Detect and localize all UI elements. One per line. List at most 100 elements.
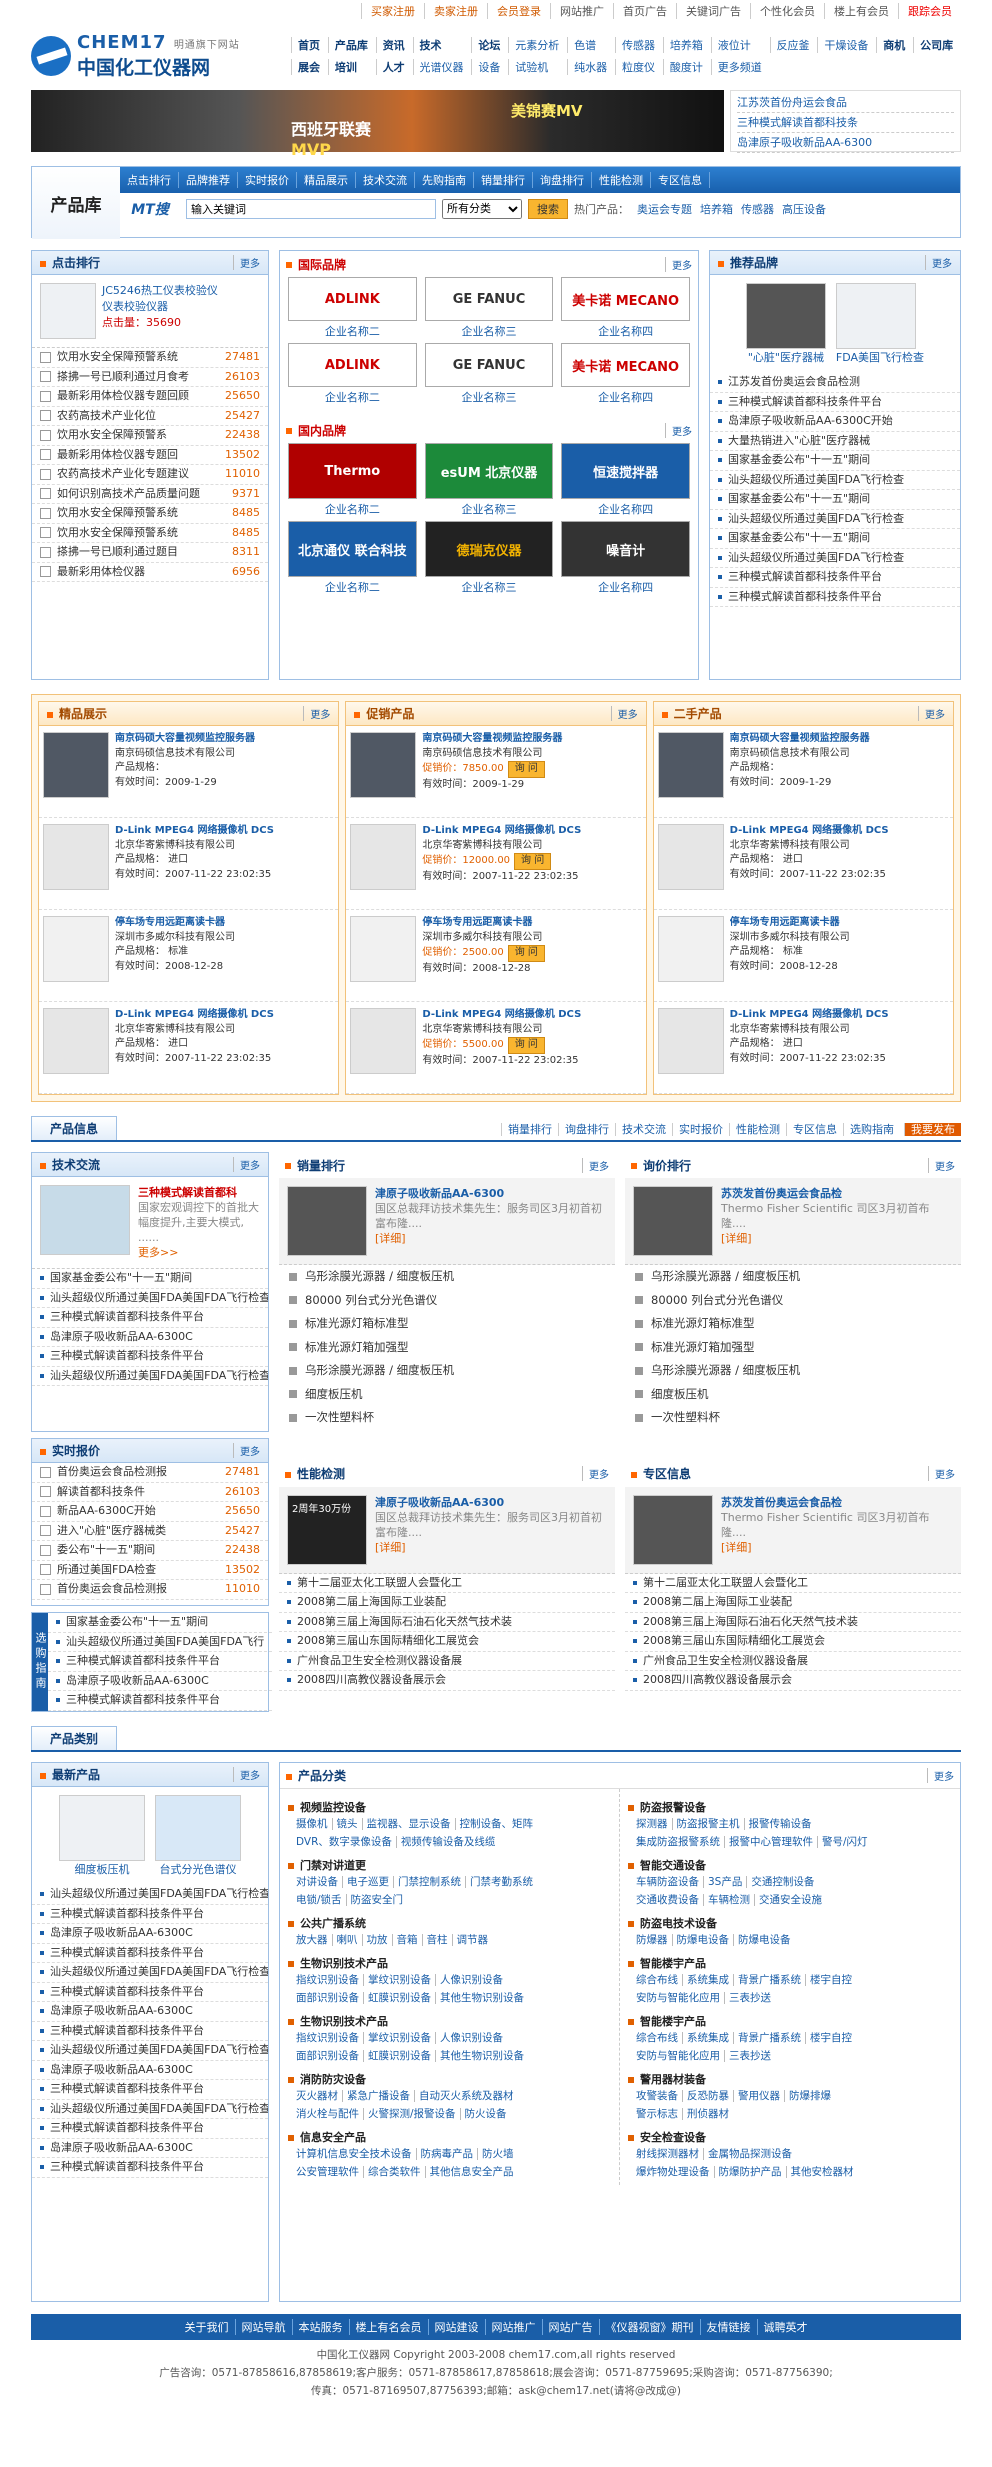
banner-news-item[interactable]: 三种模式解读首都科技条 (737, 113, 954, 133)
inquiry-feature[interactable]: 苏茨发首份奥运会食品检 Thermo Fisher Scientific 司区3月… (625, 1178, 961, 1265)
zone-feature[interactable]: 苏茨发首份奥运会食品检 Thermo Fisher Scientific 司区3月… (625, 1486, 961, 1574)
product-name[interactable]: D-Link MPEG4 网络摄像机 DCS (422, 1008, 592, 1023)
tech-feature[interactable]: 三种模式解读首都科 国家宏观调控下的首批大幅度提升,主要大模式, ...... 更多… (32, 1177, 268, 1269)
more-link[interactable]: 更多 (303, 706, 330, 721)
product-library-tab[interactable]: 品牌推荐 (179, 172, 238, 188)
footer-nav-link[interactable]: 网站广告 (541, 2319, 599, 2335)
category-heading[interactable]: 门禁对讲道更 (288, 1857, 611, 1873)
zone-item[interactable]: 2008第二届上海国际工业装配 (625, 1593, 961, 1613)
hot-link[interactable]: 奥运会专题 (637, 203, 692, 216)
category-link[interactable]: 背景广播系统 (733, 2032, 805, 2044)
category-link[interactable]: 车辆防盗设备 (636, 1876, 703, 1888)
footer-nav-link[interactable]: 网站建设 (427, 2319, 485, 2335)
nav-link[interactable]: 纯水器 (567, 59, 615, 75)
latest-item[interactable]: 岛津原子吸收新品AA-6300C (32, 1924, 268, 1944)
category-link[interactable]: 交通安全设施 (754, 1894, 826, 1906)
category-select[interactable]: 所有分类 (442, 199, 522, 219)
member-login-link[interactable]: 会员登录 (487, 3, 550, 19)
category-heading[interactable]: 警用器材装备 (628, 2071, 952, 2087)
category-link[interactable]: 车辆检测 (703, 1894, 754, 1906)
category-link[interactable]: 人像识别设备 (435, 1974, 507, 1986)
category-link[interactable]: 三表抄送 (724, 2050, 775, 2062)
category-heading[interactable]: 消防防灾设备 (288, 2071, 611, 2087)
product-name[interactable]: D-Link MPEG4 网络摄像机 DCS (115, 824, 285, 839)
rank-item[interactable]: 搽拂一号已顺利通过月食考 26103 (32, 368, 268, 387)
category-link[interactable]: 火警探测/报警设备 (363, 2108, 460, 2120)
sales-item[interactable]: 乌形涂膜光源器 / 细度板压机 (279, 1359, 615, 1383)
category-link[interactable]: 视频传输设备及线缆 (395, 1836, 500, 1848)
more-link[interactable]: 更多 (233, 1767, 260, 1782)
tech-item[interactable]: 国家基金委公布"十一五"期间 (32, 1269, 268, 1289)
product-item[interactable]: D-Link MPEG4 网络摄像机 DCS 北京华寄紫博科技有限公司 促销价：55… (346, 1002, 646, 1094)
tech-item[interactable]: 三种模式解读首都科技条件平台 (32, 1347, 268, 1367)
track-member-link[interactable]: 跟踪会员 (898, 3, 961, 19)
zone-item[interactable]: 2008第三届山东国际精细化工展览会 (625, 1632, 961, 1652)
top-product-name[interactable]: JC5246热工仪表校验仪 (102, 283, 218, 299)
category-link[interactable]: 放大器 (296, 1934, 332, 1946)
category-link[interactable]: 指纹识别设备 (296, 2032, 363, 2044)
product-name[interactable]: D-Link MPEG4 网络摄像机 DCS (115, 1008, 285, 1023)
latest-item[interactable]: 三种模式解读首都科技条件平台 (32, 1905, 268, 1924)
category-link[interactable]: 镜头 (331, 1818, 362, 1830)
category-link[interactable]: 公安管理软件 (296, 2166, 363, 2178)
category-link[interactable]: 摄像机 (296, 1818, 332, 1830)
footer-nav-link[interactable]: 友情链接 (699, 2319, 757, 2335)
perf-item[interactable]: 2008四川高教仪器设备展示会 (279, 1671, 615, 1691)
brand-item[interactable]: Thermo 企业名称二 (288, 443, 417, 517)
category-link[interactable]: 调节器 (451, 1934, 492, 1946)
nav-link[interactable]: 反应釜 (769, 37, 818, 53)
category-link[interactable]: 系统集成 (682, 1974, 733, 1986)
home-ad-link[interactable]: 首页广告 (613, 3, 676, 19)
product-item[interactable]: D-Link MPEG4 网络摄像机 DCS 北京华寄紫博科技有限公司 产品规格： … (653, 818, 953, 910)
footer-nav-link[interactable]: 《仪器视窗》期刊 (598, 2319, 700, 2335)
product-library-tab[interactable]: 技术交流 (356, 172, 415, 188)
rank-item[interactable]: 最新彩用体检仪器专题回 13502 (32, 446, 268, 465)
category-link[interactable]: 门禁考勤系统 (465, 1876, 537, 1888)
nav-link[interactable]: 传感器 (614, 37, 663, 53)
category-link[interactable]: 射线探测器材 (636, 2148, 703, 2160)
quote-item[interactable]: 所通过美国FDA检查 13502 (32, 1561, 268, 1580)
more-link[interactable]: 更多 (233, 255, 260, 270)
category-heading[interactable]: 安全检查设备 (628, 2129, 952, 2145)
brand-item[interactable]: 恒速搅拌器 企业名称四 (561, 443, 690, 517)
inquire-button[interactable]: 询 问 (507, 945, 545, 962)
brand-item[interactable]: 噪音计 企业名称四 (561, 521, 690, 595)
hot-link[interactable]: 培养箱 (700, 203, 733, 216)
category-link[interactable]: 安防与智能化应用 (636, 2050, 724, 2062)
category-heading[interactable]: 公共广播系统 (288, 1915, 611, 1931)
category-link[interactable]: 综合类软件 (363, 2166, 425, 2178)
product-item[interactable]: 南京码硕大容量视频监控服务器 南京码硕信息技术有限公司 产品规格： 有效时间：2009… (653, 726, 953, 818)
tab-product-category[interactable]: 产品类别 (31, 1726, 118, 1750)
category-link[interactable]: 喇叭 (331, 1934, 362, 1946)
sales-feature[interactable]: 津原子吸收新品AA-6300 国区总裁拜访技术集先生：服务司区3月初首初富布隆..… (279, 1178, 615, 1265)
product-name[interactable]: D-Link MPEG4 网络摄像机 DCS (422, 824, 592, 839)
rank-item[interactable]: 搽拂一号已顺利通过题目 8311 (32, 543, 268, 563)
quote-item[interactable]: 首份奥运会食品检测报 27481 (32, 1463, 268, 1483)
perf-item[interactable]: 2008第三届山东国际精细化工展览会 (279, 1632, 615, 1652)
sales-item[interactable]: 细度板压机 (279, 1383, 615, 1407)
footer-nav-link[interactable]: 关于我们 (179, 2319, 235, 2335)
product-library-tab[interactable]: 点击排行 (120, 172, 179, 188)
category-link[interactable]: 刑侦器材 (682, 2108, 733, 2120)
category-link[interactable]: 功放 (361, 1934, 392, 1946)
category-link[interactable]: 警号/闪灯 (817, 1836, 872, 1848)
category-link[interactable]: 交通收费设备 (636, 1894, 703, 1906)
category-link[interactable]: 探测器 (636, 1818, 672, 1830)
category-link[interactable]: 防盗安全门 (345, 1894, 408, 1906)
tech-item[interactable]: 汕头超级仪所通过美国FDA美国FDA飞行检查 (32, 1289, 268, 1308)
rank-item[interactable]: 饮用水安全保障预警系统 27481 (32, 348, 268, 368)
more-link[interactable]: 更多 (582, 1466, 609, 1482)
latest-item[interactable]: 三种模式解读首都科技条件平台 (32, 1944, 268, 1963)
search-button[interactable]: 搜索 (528, 199, 568, 219)
product-name[interactable]: D-Link MPEG4 网络摄像机 DCS (730, 1008, 900, 1023)
banner-news-item[interactable]: 江苏茨首份舟运会食品 (737, 93, 954, 113)
buyer-register-link[interactable]: 买家注册 (361, 3, 424, 19)
quote-item[interactable]: 首份奥运会食品检测报 11010 (32, 1580, 268, 1600)
rank-item[interactable]: 农药高技术产业化位 25427 (32, 407, 268, 426)
more-link[interactable]: 更多 (610, 706, 638, 721)
category-link[interactable]: 系统集成 (682, 2032, 733, 2044)
feature-more-link[interactable]: [详细] (375, 1231, 607, 1246)
brand-item[interactable]: GE FANUC 企业名称三 (424, 277, 554, 339)
brand-item[interactable]: 美卡诺 MECANO 企业名称四 (561, 343, 690, 405)
latest-item[interactable]: 三种模式解读首都科技条件平台 (32, 1983, 268, 2002)
